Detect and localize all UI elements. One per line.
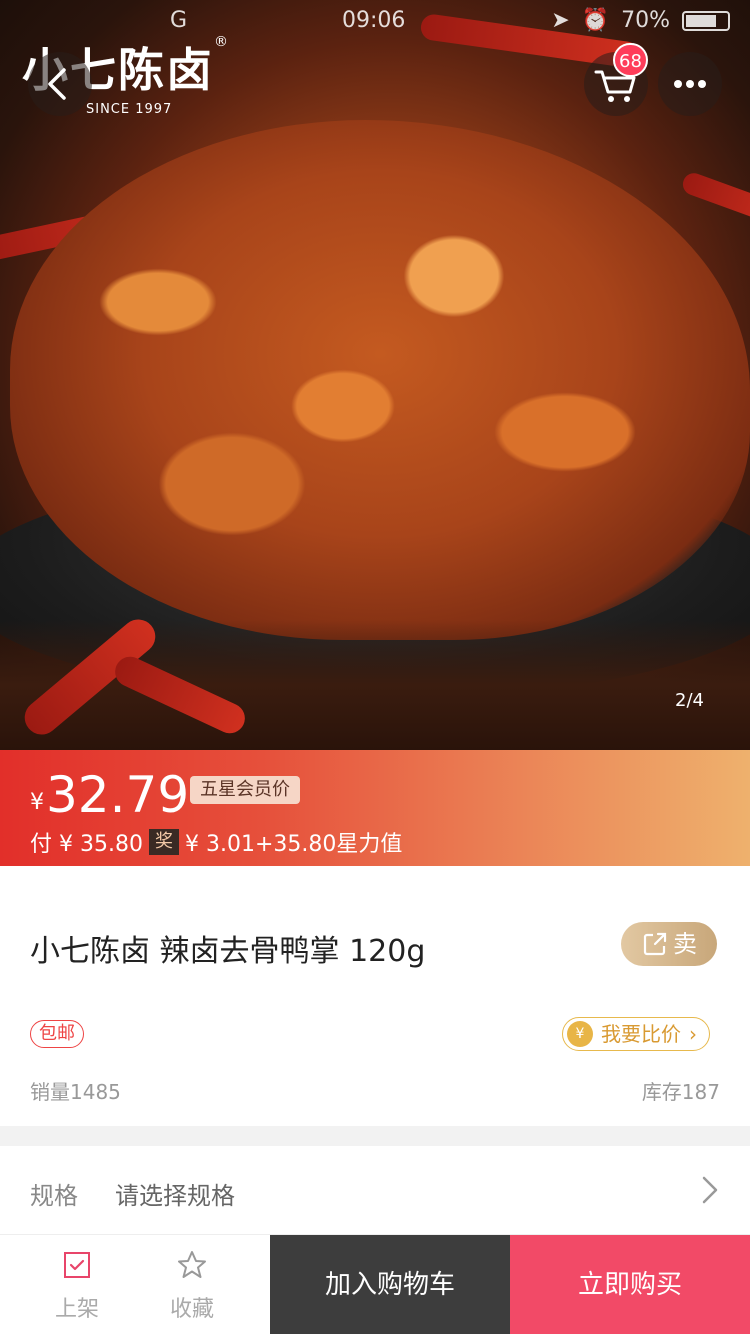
share-icon xyxy=(643,932,667,956)
clock: 09:06 xyxy=(342,8,406,33)
chevron-left-icon xyxy=(48,68,66,100)
battery-percent: 70% xyxy=(621,8,670,33)
shelf-button[interactable]: 上架 xyxy=(22,1245,132,1323)
more-icon xyxy=(674,80,706,88)
cart-count-badge: 68 xyxy=(613,43,648,77)
gallery-counter: 2/4 xyxy=(675,690,704,711)
sell-button[interactable]: 卖 xyxy=(621,922,717,966)
award-text: ¥ 3.01+35.80星力值 xyxy=(184,832,403,857)
compare-price-button[interactable]: ¥ 我要比价 › xyxy=(562,1017,710,1051)
registered-mark: ® xyxy=(214,34,228,50)
favorite-label: 收藏 xyxy=(169,1297,214,1322)
free-shipping-badge: 包邮 xyxy=(30,1020,84,1048)
back-button[interactable] xyxy=(28,52,92,116)
award-badge: 奖 xyxy=(148,829,179,855)
bottom-action-bar: 上架 收藏 加入购物车 立即购买 xyxy=(0,1234,750,1334)
carrier: G xyxy=(170,8,188,33)
price-amount: 32.79 xyxy=(46,766,190,824)
favorite-button[interactable]: 收藏 xyxy=(137,1245,247,1323)
spec-label: 规格 xyxy=(30,1182,78,1210)
status-right: ➤ ⏰ 70% xyxy=(551,8,730,33)
pay-line: 付 ¥ 35.80 奖 ¥ 3.01+35.80星力值 xyxy=(30,826,402,858)
chevron-right-icon: › xyxy=(689,1021,697,1046)
product-title: 小七陈卤 辣卤去骨鸭掌 120g xyxy=(30,934,426,969)
shelf-label: 上架 xyxy=(54,1297,99,1322)
star-icon xyxy=(178,1251,206,1278)
battery-icon xyxy=(682,10,730,31)
sales-count: 销量1485 xyxy=(30,1080,121,1104)
compare-label: 我要比价 xyxy=(601,1021,681,1046)
section-divider xyxy=(0,1126,750,1146)
more-button[interactable] xyxy=(658,52,722,116)
buy-now-button[interactable]: 立即购买 xyxy=(510,1235,750,1334)
add-to-cart-button[interactable]: 加入购物车 xyxy=(270,1235,510,1334)
duck-feet-dish xyxy=(10,120,750,640)
location-icon: ➤ xyxy=(551,8,570,33)
yen-icon: ¥ xyxy=(567,1021,593,1047)
chili-decoration xyxy=(679,170,750,232)
chevron-right-icon xyxy=(702,1176,718,1204)
spec-value: 请选择规格 xyxy=(115,1182,235,1210)
pay-price: 付 ¥ 35.80 xyxy=(30,832,143,857)
currency-symbol: ¥ xyxy=(30,790,44,815)
checkbox-icon xyxy=(64,1252,90,1278)
sell-label: 卖 xyxy=(673,930,697,958)
spec-selector[interactable]: 规格 请选择规格 xyxy=(0,1146,750,1234)
member-price-tag: 五星会员价 xyxy=(190,776,300,804)
stock-count: 库存187 xyxy=(641,1080,720,1104)
alarm-icon: ⏰ xyxy=(581,8,610,33)
